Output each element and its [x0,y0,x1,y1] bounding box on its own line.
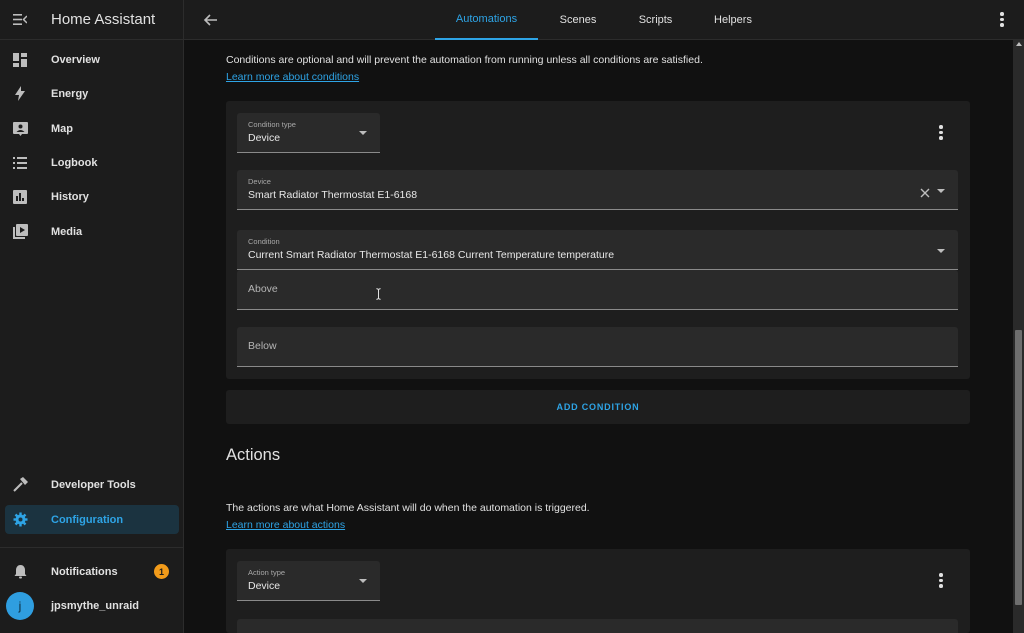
app-title: Home Assistant [51,11,156,28]
field-label: Condition [248,237,280,246]
tab-scripts[interactable]: Scripts [618,0,693,40]
device-select[interactable]: Device Smart Radiator Thermostat E1-6168 [237,170,958,210]
condition-type-select[interactable]: Condition type Device [237,113,380,153]
field-label: Condition type [248,120,296,129]
sidebar-header: Home Assistant [0,0,183,40]
conditions-learn-more-link[interactable]: Learn more about conditions [226,71,359,83]
gear-icon [5,512,35,527]
user-name: jpsmythe_unraid [51,599,140,612]
back-arrow-icon[interactable] [202,11,220,29]
notification-badge: 1 [154,564,169,579]
sidebar-item-user[interactable]: j jpsmythe_unraid [5,591,179,620]
main-content: Conditions are optional and will prevent… [184,40,1013,633]
sidebar-item-energy[interactable]: Energy [5,79,179,108]
field-value: Smart Radiator Thermostat E1-6168 [248,189,418,201]
action-type-select[interactable]: Action type Device [237,561,380,601]
sidebar-item-overview[interactable]: Overview [5,45,179,74]
tab-automations[interactable]: Automations [435,0,538,40]
text-cursor-icon [376,287,381,300]
menu-toggle-icon[interactable] [0,0,40,40]
bell-icon [5,564,35,579]
action-device-select[interactable] [237,619,958,633]
field-label: Device [248,177,271,186]
action-card: Action type Device [226,549,970,633]
list-icon [5,156,35,169]
chevron-down-icon [359,131,367,135]
scroll-up-icon[interactable] [1015,42,1022,46]
scrollbar[interactable] [1013,40,1024,633]
sidebar-item-label: Logbook [51,156,98,169]
sidebar-item-label: Overview [51,53,100,66]
tab-scenes[interactable]: Scenes [538,0,618,40]
condition-menu-icon[interactable] [939,125,943,142]
field-placeholder: Above [248,283,278,295]
condition-card: Condition type Device Device Smart Radia… [226,101,970,379]
lightning-icon [5,86,35,101]
field-placeholder: Below [248,340,277,352]
sidebar-item-notifications[interactable]: Notifications 1 [5,557,179,586]
above-input[interactable]: Above [237,270,958,310]
sidebar-item-label: Map [51,122,73,135]
hammer-icon [5,477,35,492]
sidebar-item-label: Developer Tools [51,478,136,491]
actions-learn-more-link[interactable]: Learn more about actions [226,519,345,531]
field-value: Current Smart Radiator Thermostat E1-616… [248,249,615,261]
chevron-down-icon [359,579,367,583]
clear-icon[interactable] [920,185,930,203]
field-label: Action type [248,568,286,577]
field-value: Device [248,580,281,592]
sidebar-item-logbook[interactable]: Logbook [5,148,179,177]
sidebar-item-configuration[interactable]: Configuration [5,505,179,534]
overflow-menu-icon[interactable] [1000,12,1004,29]
dashboard-icon [5,52,35,67]
chevron-down-icon [937,249,945,253]
field-value: Device [248,132,281,144]
sidebar-item-label: Notifications [51,565,118,578]
action-menu-icon[interactable] [939,573,943,590]
sidebar-item-label: History [51,190,89,203]
below-input[interactable]: Below [237,327,958,367]
sidebar-item-developer-tools[interactable]: Developer Tools [5,470,179,499]
add-condition-button[interactable]: ADD CONDITION [226,390,970,424]
sidebar: Home Assistant Overview Energy Map Logbo… [0,0,184,633]
sidebar-item-history[interactable]: History [5,182,179,211]
chart-icon [5,189,35,204]
avatar-wrapper: j [5,591,35,620]
tab-helpers[interactable]: Helpers [693,0,773,40]
sidebar-divider [0,547,184,548]
chevron-down-icon [937,189,945,193]
sidebar-item-media[interactable]: Media [5,217,179,246]
map-icon [5,121,35,136]
condition-select[interactable]: Condition Current Smart Radiator Thermos… [237,230,958,270]
sidebar-item-label: Configuration [51,513,124,526]
scrollbar-thumb[interactable] [1015,330,1022,605]
conditions-description: Conditions are optional and will prevent… [226,54,703,66]
top-bar: Automations Scenes Scripts Helpers [184,0,1024,40]
sidebar-item-label: Energy [51,87,89,100]
media-icon [5,224,35,239]
actions-title: Actions [226,446,281,464]
avatar: j [6,591,34,620]
sidebar-item-label: Media [51,225,83,238]
actions-description: The actions are what Home Assistant will… [226,502,590,514]
sidebar-item-map[interactable]: Map [5,114,179,143]
